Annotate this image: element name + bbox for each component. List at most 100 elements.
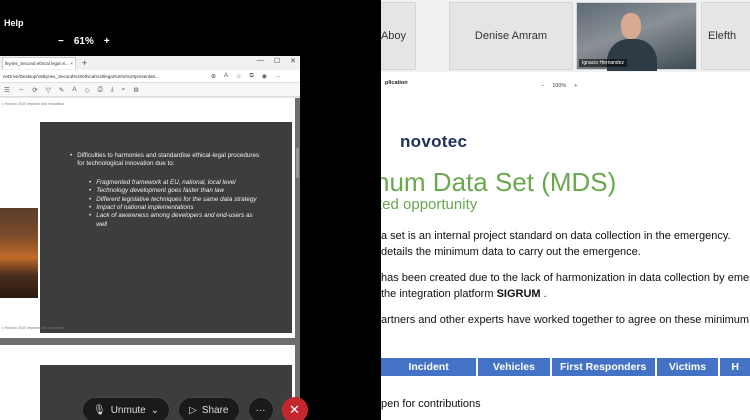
mds-table-header: Incident Vehicles First Responders Victi… xyxy=(381,358,750,376)
slide-subitem: • Fragmented framework at EU, national, l… xyxy=(89,179,265,187)
rotate-icon[interactable]: ⟳ xyxy=(32,86,37,94)
participant-name: Ignacio Hernandez xyxy=(579,59,627,67)
slide-lead-text: Difficulties to harmonies and standardis… xyxy=(77,152,260,168)
bullet-icon: • xyxy=(89,204,92,212)
minimize-icon[interactable]: — xyxy=(257,57,264,65)
meeting-controls: 🎙︎ Unmute ⌄ ▷ Share ··· ✕ xyxy=(82,397,308,420)
read-aloud-icon[interactable]: A xyxy=(224,73,228,79)
browser-tab[interactable]: lkyries_Second ethical legal vi... × xyxy=(2,57,76,69)
address-bar: neDrive/Desktop/Valkyries_Second%20ethic… xyxy=(0,70,300,83)
slide-text-line: artners and other experts have worked to… xyxy=(381,314,750,326)
bullet-icon: • xyxy=(89,178,92,186)
slide-subitem: • Lack of awareness among developers and … xyxy=(89,212,265,229)
subitem-text: Different legislative techniques for the… xyxy=(96,195,257,203)
slide-subitem: • Impact of national implementations xyxy=(89,204,265,212)
draw-icon[interactable]: ✎ xyxy=(59,86,64,94)
maximize-icon[interactable]: ☐ xyxy=(274,57,280,65)
app-label: plication xyxy=(385,80,408,86)
close-window-icon[interactable]: ✕ xyxy=(290,57,296,65)
page-view-icon[interactable]: ☰ xyxy=(4,86,10,94)
table-header-cell: First Responders xyxy=(551,358,655,376)
table-header-cell: Victims xyxy=(656,358,719,376)
table-header-cell: H xyxy=(720,358,750,376)
erase-icon[interactable]: ◇ xyxy=(85,86,90,94)
page-header-text: n Horizon 2020 research and innovation xyxy=(2,102,65,106)
zoom-level: 61% xyxy=(73,36,94,47)
participant-strip: Aboy Denise Amram Ignacio Hernandez Elef… xyxy=(381,0,750,72)
forest-fire-image xyxy=(0,208,38,298)
participant-and-presentation-pane: Aboy Denise Amram Ignacio Hernandez Elef… xyxy=(381,0,750,420)
participant-video-face xyxy=(621,13,641,39)
browser-tab-bar: lkyries_Second ethical legal vi... × + —… xyxy=(0,56,300,70)
profile-icon[interactable]: ◉ xyxy=(262,73,267,80)
presentation-slide: novotec num Data Set (MDS) ted opportuni… xyxy=(381,100,750,420)
pdf-viewport[interactable]: n Horizon 2020 research and innovation •… xyxy=(0,98,300,420)
presentation-toolbar: plication − 100% + xyxy=(381,72,750,100)
more-icon[interactable]: … xyxy=(275,73,281,79)
page-footer-text: n Horizon 2020 research and innovation xyxy=(2,326,65,330)
slide-text-line: details the minimum data to carry out th… xyxy=(381,246,641,258)
save-icon[interactable]: ⤓ xyxy=(111,86,114,94)
slide-subitem: • Technology development goes faster than… xyxy=(89,187,265,195)
slide-text-line: a set is an internal project standard on… xyxy=(381,230,731,242)
more-options-button[interactable]: ··· xyxy=(247,397,274,420)
slide-subitem: • Different legislative techniques for th… xyxy=(89,196,265,204)
participant-tile[interactable]: Denise Amram xyxy=(449,2,573,70)
subitem-text: Fragmented framework at EU, national, lo… xyxy=(96,178,236,186)
participant-name: Elefth xyxy=(708,30,737,42)
url-field[interactable]: neDrive/Desktop/Valkyries_Second%20ethic… xyxy=(3,74,203,79)
shared-pdf-window: lkyries_Second ethical legal vi... × + —… xyxy=(0,56,300,420)
table-header-cell: Vehicles xyxy=(478,358,550,376)
mic-off-icon: 🎙︎ xyxy=(93,404,106,416)
share-label: Share xyxy=(201,404,229,416)
fit-icon[interactable]: ⇔ xyxy=(18,86,25,93)
participant-name: Denise Amram xyxy=(474,30,548,42)
unmute-button[interactable]: 🎙︎ Unmute ⌄ xyxy=(82,397,171,420)
zoom-out-button[interactable]: − xyxy=(58,36,64,47)
zoom-control: − 61% + xyxy=(58,36,110,47)
collections-icon[interactable]: ⧉ xyxy=(249,73,253,80)
text-icon[interactable]: A xyxy=(72,86,76,93)
participant-tile[interactable]: Aboy xyxy=(381,2,416,70)
help-menu[interactable]: Help xyxy=(4,18,24,28)
share-icon: ▷ xyxy=(189,404,197,416)
bullet-icon: • xyxy=(89,195,92,203)
table-header-cell: Incident xyxy=(381,358,477,376)
contributions-text: pen for contributions xyxy=(381,398,481,410)
window-buttons: — ☐ ✕ xyxy=(257,57,296,65)
pdf-toolbar: ☰ ⇔ ⟳ ▽ ✎ A ◇ ⎙ ⤓ ⌕ ⚙ xyxy=(0,83,300,97)
slide-text-line: has been created due to the lack of harm… xyxy=(381,272,750,284)
participant-video-tile[interactable]: Ignacio Hernandez xyxy=(576,2,697,71)
new-tab-button[interactable]: + xyxy=(82,58,87,68)
bullet-icon: • xyxy=(70,152,73,159)
subitem-text: Lack of awareness among developers and e… xyxy=(96,212,253,228)
participant-tile[interactable]: Elefth xyxy=(701,2,750,70)
tab-close-icon[interactable]: × xyxy=(70,61,73,66)
print-icon[interactable]: ⎙ xyxy=(98,86,103,94)
zoom-in-button[interactable]: + xyxy=(574,83,577,89)
subitem-text: Technology development goes faster than … xyxy=(96,187,225,195)
pdf-page: n Horizon 2020 research and innovation •… xyxy=(0,98,295,338)
end-call-button[interactable]: ✕ xyxy=(281,397,308,420)
zoom-icon[interactable]: ⊕ xyxy=(211,73,216,80)
search-icon[interactable]: ⌕ xyxy=(122,86,126,94)
participant-name: Aboy xyxy=(381,30,407,42)
line-text: the integration platform xyxy=(381,288,497,300)
zoom-in-button[interactable]: + xyxy=(104,36,110,47)
slide-text: • Difficulties to harmonies and standard… xyxy=(70,152,265,229)
favorite-icon[interactable]: ☆ xyxy=(236,73,241,80)
slide-text-line: the integration platform SIGRUM . xyxy=(381,288,547,300)
unmute-label: Unmute xyxy=(110,404,146,416)
subitem-text: Impact of national implementations xyxy=(96,204,194,212)
pdf-scrollbar[interactable] xyxy=(296,148,299,178)
slide-subtitle: ted opportunity xyxy=(381,196,478,213)
presentation-zoom: − 100% + xyxy=(541,83,578,89)
share-button[interactable]: ▷ Share xyxy=(178,397,240,420)
chevron-down-icon: ⌄ xyxy=(150,404,160,416)
slide-subitems: • Fragmented framework at EU, national, l… xyxy=(70,179,265,229)
zoom-level: 100% xyxy=(552,83,567,89)
bullet-icon: • xyxy=(89,212,92,220)
zoom-out-button[interactable]: − xyxy=(541,83,544,89)
highlight-icon[interactable]: ▽ xyxy=(46,86,51,94)
settings-icon[interactable]: ⚙ xyxy=(133,86,139,94)
